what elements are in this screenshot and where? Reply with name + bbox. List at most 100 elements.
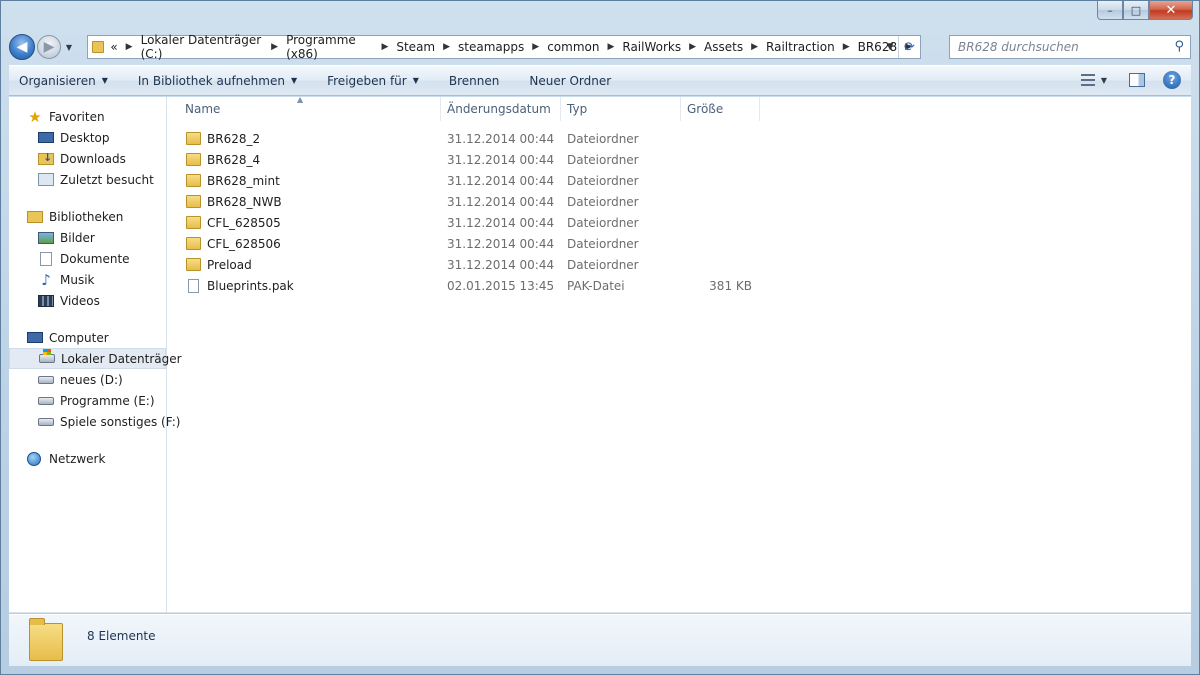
caption-buttons: – □ ✕ (1097, 1, 1193, 20)
file-list: ▲ Name Änderungsdatum Typ Größe BR628_2 3… (168, 95, 1191, 612)
file-name-cell: BR628_4 (179, 153, 441, 167)
music-icon: ♪ (41, 270, 51, 289)
nav-local-disk-c[interactable]: Lokaler Datenträger (9, 348, 182, 369)
breadcrumb-overflow[interactable]: «▶ (110, 40, 140, 54)
navigation-pane: ★Favoriten Desktop Downloads Zuletzt bes… (9, 97, 182, 612)
nav-music[interactable]: ♪ Musik (9, 269, 166, 290)
libraries-icon (27, 210, 43, 223)
breadcrumb-steam[interactable]: Steam ▶ (396, 40, 458, 54)
file-row[interactable]: CFL_628506 31.12.2014 00:44 Dateiordner (179, 233, 760, 254)
file-name-cell: Blueprints.pak (179, 278, 441, 293)
refresh-icon[interactable]: ⟳ (898, 36, 920, 58)
breadcrumb-common[interactable]: common ▶ (547, 40, 622, 54)
file-row[interactable]: BR628_mint 31.12.2014 00:44 Dateiordner (179, 170, 760, 191)
file-type-cell: Dateiordner (567, 215, 639, 230)
folder-icon (186, 132, 201, 145)
preview-pane-icon[interactable] (1129, 73, 1145, 87)
nav-favorites[interactable]: ★ Favoriten (9, 106, 166, 127)
nav-desktop[interactable]: Desktop (9, 127, 166, 148)
folder-icon (186, 216, 201, 229)
column-header-size[interactable]: Größe (681, 97, 760, 121)
drive-icon (38, 375, 54, 384)
nav-documents[interactable]: Dokumente (9, 248, 166, 269)
breadcrumb-steamapps[interactable]: steamapps ▶ (458, 40, 547, 54)
file-row[interactable]: BR628_NWB 31.12.2014 00:44 Dateiordner (179, 191, 760, 212)
details-pane: 8 Elemente (9, 614, 1191, 666)
nav-downloads[interactable]: Downloads (9, 148, 166, 169)
share-with-menu[interactable]: Freigeben für ▼ (327, 74, 419, 88)
column-header-date[interactable]: Änderungsdatum (441, 97, 561, 121)
file-row[interactable]: BR628_4 31.12.2014 00:44 Dateiordner (179, 149, 760, 170)
folder-icon (186, 237, 201, 250)
chevron-down-icon[interactable]: ▼ (1101, 76, 1107, 85)
recent-pages-dropdown[interactable]: ▼ (63, 43, 75, 52)
nav-drive-e[interactable]: Programme (E:) (9, 390, 166, 411)
breadcrumb-programme-x86[interactable]: Programme (x86) ▶ (286, 33, 396, 61)
content-area: ★Favoriten Desktop Downloads Zuletzt bes… (9, 95, 1191, 613)
burn-button[interactable]: Brennen (449, 74, 499, 88)
folder-icon (186, 174, 201, 187)
file-size-cell: 381 KB (709, 278, 752, 293)
nav-recent-places[interactable]: Zuletzt besucht (9, 169, 166, 190)
forward-button[interactable]: ▶ (37, 35, 61, 59)
address-end: ▼ ⟳ (882, 36, 920, 58)
breadcrumb-assets[interactable]: Assets ▶ (704, 40, 766, 54)
star-icon: ★ (28, 107, 42, 126)
item-count: 8 Elemente (87, 629, 156, 643)
nav-libraries[interactable]: Bibliotheken (9, 206, 166, 227)
file-rows: BR628_2 31.12.2014 00:44 Dateiordner BR6… (179, 128, 760, 296)
folder-icon (186, 153, 201, 166)
help-icon[interactable]: ? (1163, 71, 1181, 89)
file-row[interactable]: BR628_2 31.12.2014 00:44 Dateiordner (179, 128, 760, 149)
organize-menu[interactable]: Organisieren ▼ (19, 74, 108, 88)
nav-pictures[interactable]: Bilder (9, 227, 166, 248)
maximize-button[interactable]: □ (1123, 1, 1149, 20)
explorer-window: – □ ✕ ◀ ▶ ▼ «▶ Lokaler Datenträger (C:) ▶… (0, 0, 1200, 675)
drive-icon (38, 417, 54, 426)
file-date-cell: 31.12.2014 00:44 (447, 257, 555, 272)
file-row[interactable]: Preload 31.12.2014 00:44 Dateiordner (179, 254, 760, 275)
command-bar: Organisieren ▼ In Bibliothek aufnehmen ▼ F… (9, 65, 1191, 96)
nav-drive-d[interactable]: neues (D:) (9, 369, 166, 390)
computer-group: Computer Lokaler Datenträger neues (D:) … (9, 327, 182, 432)
search-placeholder: BR628 durchsuchen (958, 40, 1079, 54)
nav-drive-f[interactable]: Spiele sonstiges (F:) (9, 411, 180, 432)
include-in-library-menu[interactable]: In Bibliothek aufnehmen ▼ (138, 74, 297, 88)
pictures-icon (38, 231, 54, 244)
windows-drive-icon (39, 349, 55, 363)
search-input[interactable]: BR628 durchsuchen ⚲ (949, 35, 1191, 59)
navigation-bar: ◀ ▶ ▼ «▶ Lokaler Datenträger (C:) ▶ Progr… (9, 33, 1191, 61)
videos-icon (38, 294, 54, 307)
view-options-icon[interactable] (1080, 74, 1095, 86)
back-button[interactable]: ◀ (9, 34, 35, 60)
libraries-group: Bibliotheken Bilder Dokumente ♪ Musik Vid… (9, 206, 166, 311)
file-type-cell: Dateiordner (567, 194, 639, 209)
file-type-cell: Dateiordner (567, 257, 639, 272)
drive-icon (38, 396, 54, 405)
breadcrumb-c-drive[interactable]: Lokaler Datenträger (C:) ▶ (141, 33, 286, 61)
nav-network[interactable]: Netzwerk (9, 448, 166, 469)
column-header-name[interactable]: ▲ Name (179, 95, 441, 121)
file-name-cell: CFL_628505 (179, 216, 441, 230)
new-folder-button[interactable]: Neuer Ordner (529, 74, 611, 88)
breadcrumb-railtraction[interactable]: Railtraction ▶ (766, 40, 858, 54)
network-icon (27, 451, 41, 466)
column-header-type[interactable]: Typ (561, 97, 681, 121)
search-icon[interactable]: ⚲ (1174, 39, 1184, 54)
address-dropdown-icon[interactable]: ▼ (882, 42, 898, 52)
minimize-button[interactable]: – (1097, 1, 1123, 20)
file-type-cell: Dateiordner (567, 236, 639, 251)
file-name-cell: CFL_628506 (179, 237, 441, 251)
recent-places-icon (38, 173, 54, 186)
file-row[interactable]: Blueprints.pak 02.01.2015 13:45 PAK-Date… (179, 275, 760, 296)
toolbar-right: ▼ ? (1080, 71, 1181, 89)
close-button[interactable]: ✕ (1149, 1, 1193, 20)
nav-videos[interactable]: Videos (9, 290, 166, 311)
chevron-down-icon: ▼ (412, 76, 419, 85)
address-bar[interactable]: «▶ Lokaler Datenträger (C:) ▶ Programme (… (87, 33, 921, 61)
file-row[interactable]: CFL_628505 31.12.2014 00:44 Dateiordner (179, 212, 760, 233)
nav-computer[interactable]: Computer (9, 327, 166, 348)
file-date-cell: 31.12.2014 00:44 (447, 236, 555, 251)
breadcrumb-railworks[interactable]: RailWorks ▶ (622, 40, 704, 54)
file-name-cell: BR628_2 (179, 132, 441, 146)
